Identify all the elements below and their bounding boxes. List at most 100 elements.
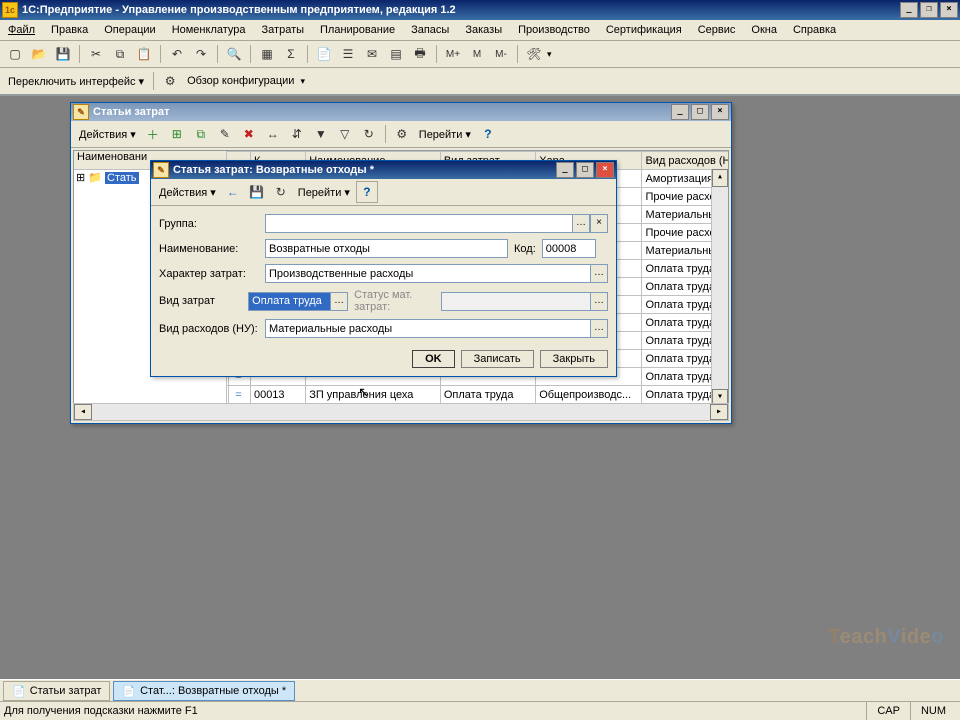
nu-select-button[interactable]: … xyxy=(590,319,608,338)
character-field[interactable] xyxy=(265,264,590,283)
group-select-button[interactable]: … xyxy=(572,214,590,233)
menu-stock[interactable]: Запасы xyxy=(407,22,453,38)
move-icon[interactable]: ↔ xyxy=(262,123,284,145)
add-copy-icon[interactable]: ⧉ xyxy=(190,123,212,145)
menu-file[interactable]: Файл xyxy=(4,22,39,38)
paste-icon[interactable]: 📋 xyxy=(133,43,155,65)
code-field[interactable] xyxy=(542,239,596,258)
v-scrollbar[interactable]: ▴▾ xyxy=(711,169,728,403)
menu-nomenclature[interactable]: Номенклатура xyxy=(168,22,250,38)
back-icon[interactable]: ← xyxy=(222,181,244,203)
group-clear-button[interactable]: × xyxy=(590,214,608,233)
filter-icon[interactable]: ▼ xyxy=(310,123,332,145)
sum-icon[interactable]: Σ xyxy=(280,43,302,65)
grid-icon[interactable]: ▤ xyxy=(385,43,407,65)
document-icon: 📄 xyxy=(122,685,136,698)
menu-planning[interactable]: Планирование xyxy=(316,22,399,38)
type-select-button[interactable]: … xyxy=(330,292,348,311)
menu-edit[interactable]: Правка xyxy=(47,22,92,38)
app-titlebar: 1c 1С:Предприятие - Управление производс… xyxy=(0,0,960,20)
dialog-close-button[interactable]: × xyxy=(596,162,614,178)
app-close-button[interactable]: × xyxy=(940,2,958,18)
name-field[interactable] xyxy=(265,239,508,258)
save-icon[interactable]: 💾 xyxy=(246,181,268,203)
menu-certification[interactable]: Сертификация xyxy=(602,22,686,38)
label-mat-status: Статус мат. затрат: xyxy=(354,289,435,313)
m-plus-icon[interactable]: M+ xyxy=(442,43,464,65)
edit-icon[interactable]: ✎ xyxy=(214,123,236,145)
print-icon[interactable]: 🖶 xyxy=(409,43,431,65)
add-icon[interactable]: ＋ xyxy=(142,123,164,145)
group-field[interactable] xyxy=(265,214,572,233)
second-toolbar: Переключить интерфейс ▾ ⚙ Обзор конфигур… xyxy=(0,68,960,96)
redo-icon[interactable]: ↷ xyxy=(190,43,212,65)
status-cap: CAP xyxy=(866,702,910,720)
report-icon[interactable]: 📄 xyxy=(313,43,335,65)
close-button[interactable]: Закрыть xyxy=(540,350,608,368)
h-scrollbar[interactable]: ◂▸ xyxy=(73,403,729,421)
detail-dialog[interactable]: ✎ Статья затрат: Возвратные отходы * _ □… xyxy=(150,160,617,377)
refresh-dlg-icon[interactable]: ↻ xyxy=(270,181,292,203)
mat-status-select-button[interactable]: … xyxy=(590,292,608,311)
config-icon: ⚙ xyxy=(159,70,181,92)
menu-service[interactable]: Сервис xyxy=(694,22,740,38)
list-goto-dropdown[interactable]: Перейти ▾ xyxy=(415,128,475,141)
list-minimize-button[interactable]: _ xyxy=(671,104,689,120)
filter-off-icon[interactable]: ▽ xyxy=(334,123,356,145)
app-minimize-button[interactable]: _ xyxy=(900,2,918,18)
table-row[interactable]: =00013ЗП управления цехаОплата трудаОбще… xyxy=(227,386,729,404)
m-icon[interactable]: M xyxy=(466,43,488,65)
m-minus-icon[interactable]: M- xyxy=(490,43,512,65)
dialog-minimize-button[interactable]: _ xyxy=(556,162,574,178)
list-actions-dropdown[interactable]: Действия ▾ xyxy=(75,128,140,141)
list-window-titlebar[interactable]: ✎ Статьи затрат _ □ × xyxy=(71,103,731,121)
dialog-actions-dropdown[interactable]: Действия ▾ xyxy=(155,186,220,199)
app-restore-button[interactable]: ❐ xyxy=(920,2,938,18)
menu-production[interactable]: Производство xyxy=(514,22,594,38)
copy-icon[interactable]: ⧉ xyxy=(109,43,131,65)
config-overview-link[interactable]: Обзор конфигурации xyxy=(183,75,298,87)
character-select-button[interactable]: … xyxy=(590,264,608,283)
list-maximize-button[interactable]: □ xyxy=(691,104,709,120)
dialog-body: Группа: … × Наименование: Код: Характер … xyxy=(151,206,616,376)
taskbar-item-list[interactable]: 📄 Статьи затрат xyxy=(3,681,110,701)
menu-help[interactable]: Справка xyxy=(789,22,840,38)
dialog-help-icon[interactable]: ? xyxy=(356,181,378,203)
ok-button[interactable]: OK xyxy=(412,350,455,368)
save-icon[interactable]: 💾 xyxy=(52,43,74,65)
menu-operations[interactable]: Операции xyxy=(100,22,159,38)
find-icon[interactable]: 🔍 xyxy=(223,43,245,65)
settings-icon[interactable]: ⚙ xyxy=(391,123,413,145)
menu-orders[interactable]: Заказы xyxy=(461,22,506,38)
hierarchy-icon[interactable]: ⇵ xyxy=(286,123,308,145)
menu-costs[interactable]: Затраты xyxy=(258,22,309,38)
tree-selected-node[interactable]: Стать xyxy=(105,172,139,184)
dialog-goto-dropdown[interactable]: Перейти ▾ xyxy=(294,186,354,199)
cut-icon[interactable]: ✂ xyxy=(85,43,107,65)
open-icon[interactable]: 📂 xyxy=(28,43,50,65)
taskbar-item-detail[interactable]: 📄 Стат...: Возвратные отходы * xyxy=(113,681,295,701)
menu-windows[interactable]: Окна xyxy=(747,22,781,38)
delete-icon[interactable]: ✖ xyxy=(238,123,260,145)
calendar-icon[interactable]: ▦ xyxy=(256,43,278,65)
mail-icon[interactable]: ✉ xyxy=(361,43,383,65)
mdi-area: ✎ Статьи затрат _ □ × Действия ▾ ＋ ⊞ ⧉ ✎… xyxy=(0,96,960,691)
write-button[interactable]: Записать xyxy=(461,350,534,368)
list-close-button[interactable]: × xyxy=(711,104,729,120)
switch-interface-dropdown[interactable]: Переключить интерфейс ▾ xyxy=(4,75,148,88)
app-icon: 1c xyxy=(2,2,18,18)
dialog-maximize-button[interactable]: □ xyxy=(576,162,594,178)
add-group-icon[interactable]: ⊞ xyxy=(166,123,188,145)
new-icon[interactable]: ▢ xyxy=(4,43,26,65)
nu-field[interactable] xyxy=(265,319,590,338)
undo-icon[interactable]: ↶ xyxy=(166,43,188,65)
type-field[interactable] xyxy=(248,292,330,311)
dialog-titlebar[interactable]: ✎ Статья затрат: Возвратные отходы * _ □… xyxy=(151,161,616,179)
list-icon[interactable]: ☰ xyxy=(337,43,359,65)
refresh-icon[interactable]: ↻ xyxy=(358,123,380,145)
tools-icon[interactable]: 🛠 xyxy=(523,43,545,65)
menubar: Файл Правка Операции Номенклатура Затрат… xyxy=(0,20,960,41)
dialog-title: Статья затрат: Возвратные отходы * xyxy=(173,164,374,176)
help-icon[interactable]: ? xyxy=(477,123,499,145)
status-hint: Для получения подсказки нажмите F1 xyxy=(4,705,866,717)
